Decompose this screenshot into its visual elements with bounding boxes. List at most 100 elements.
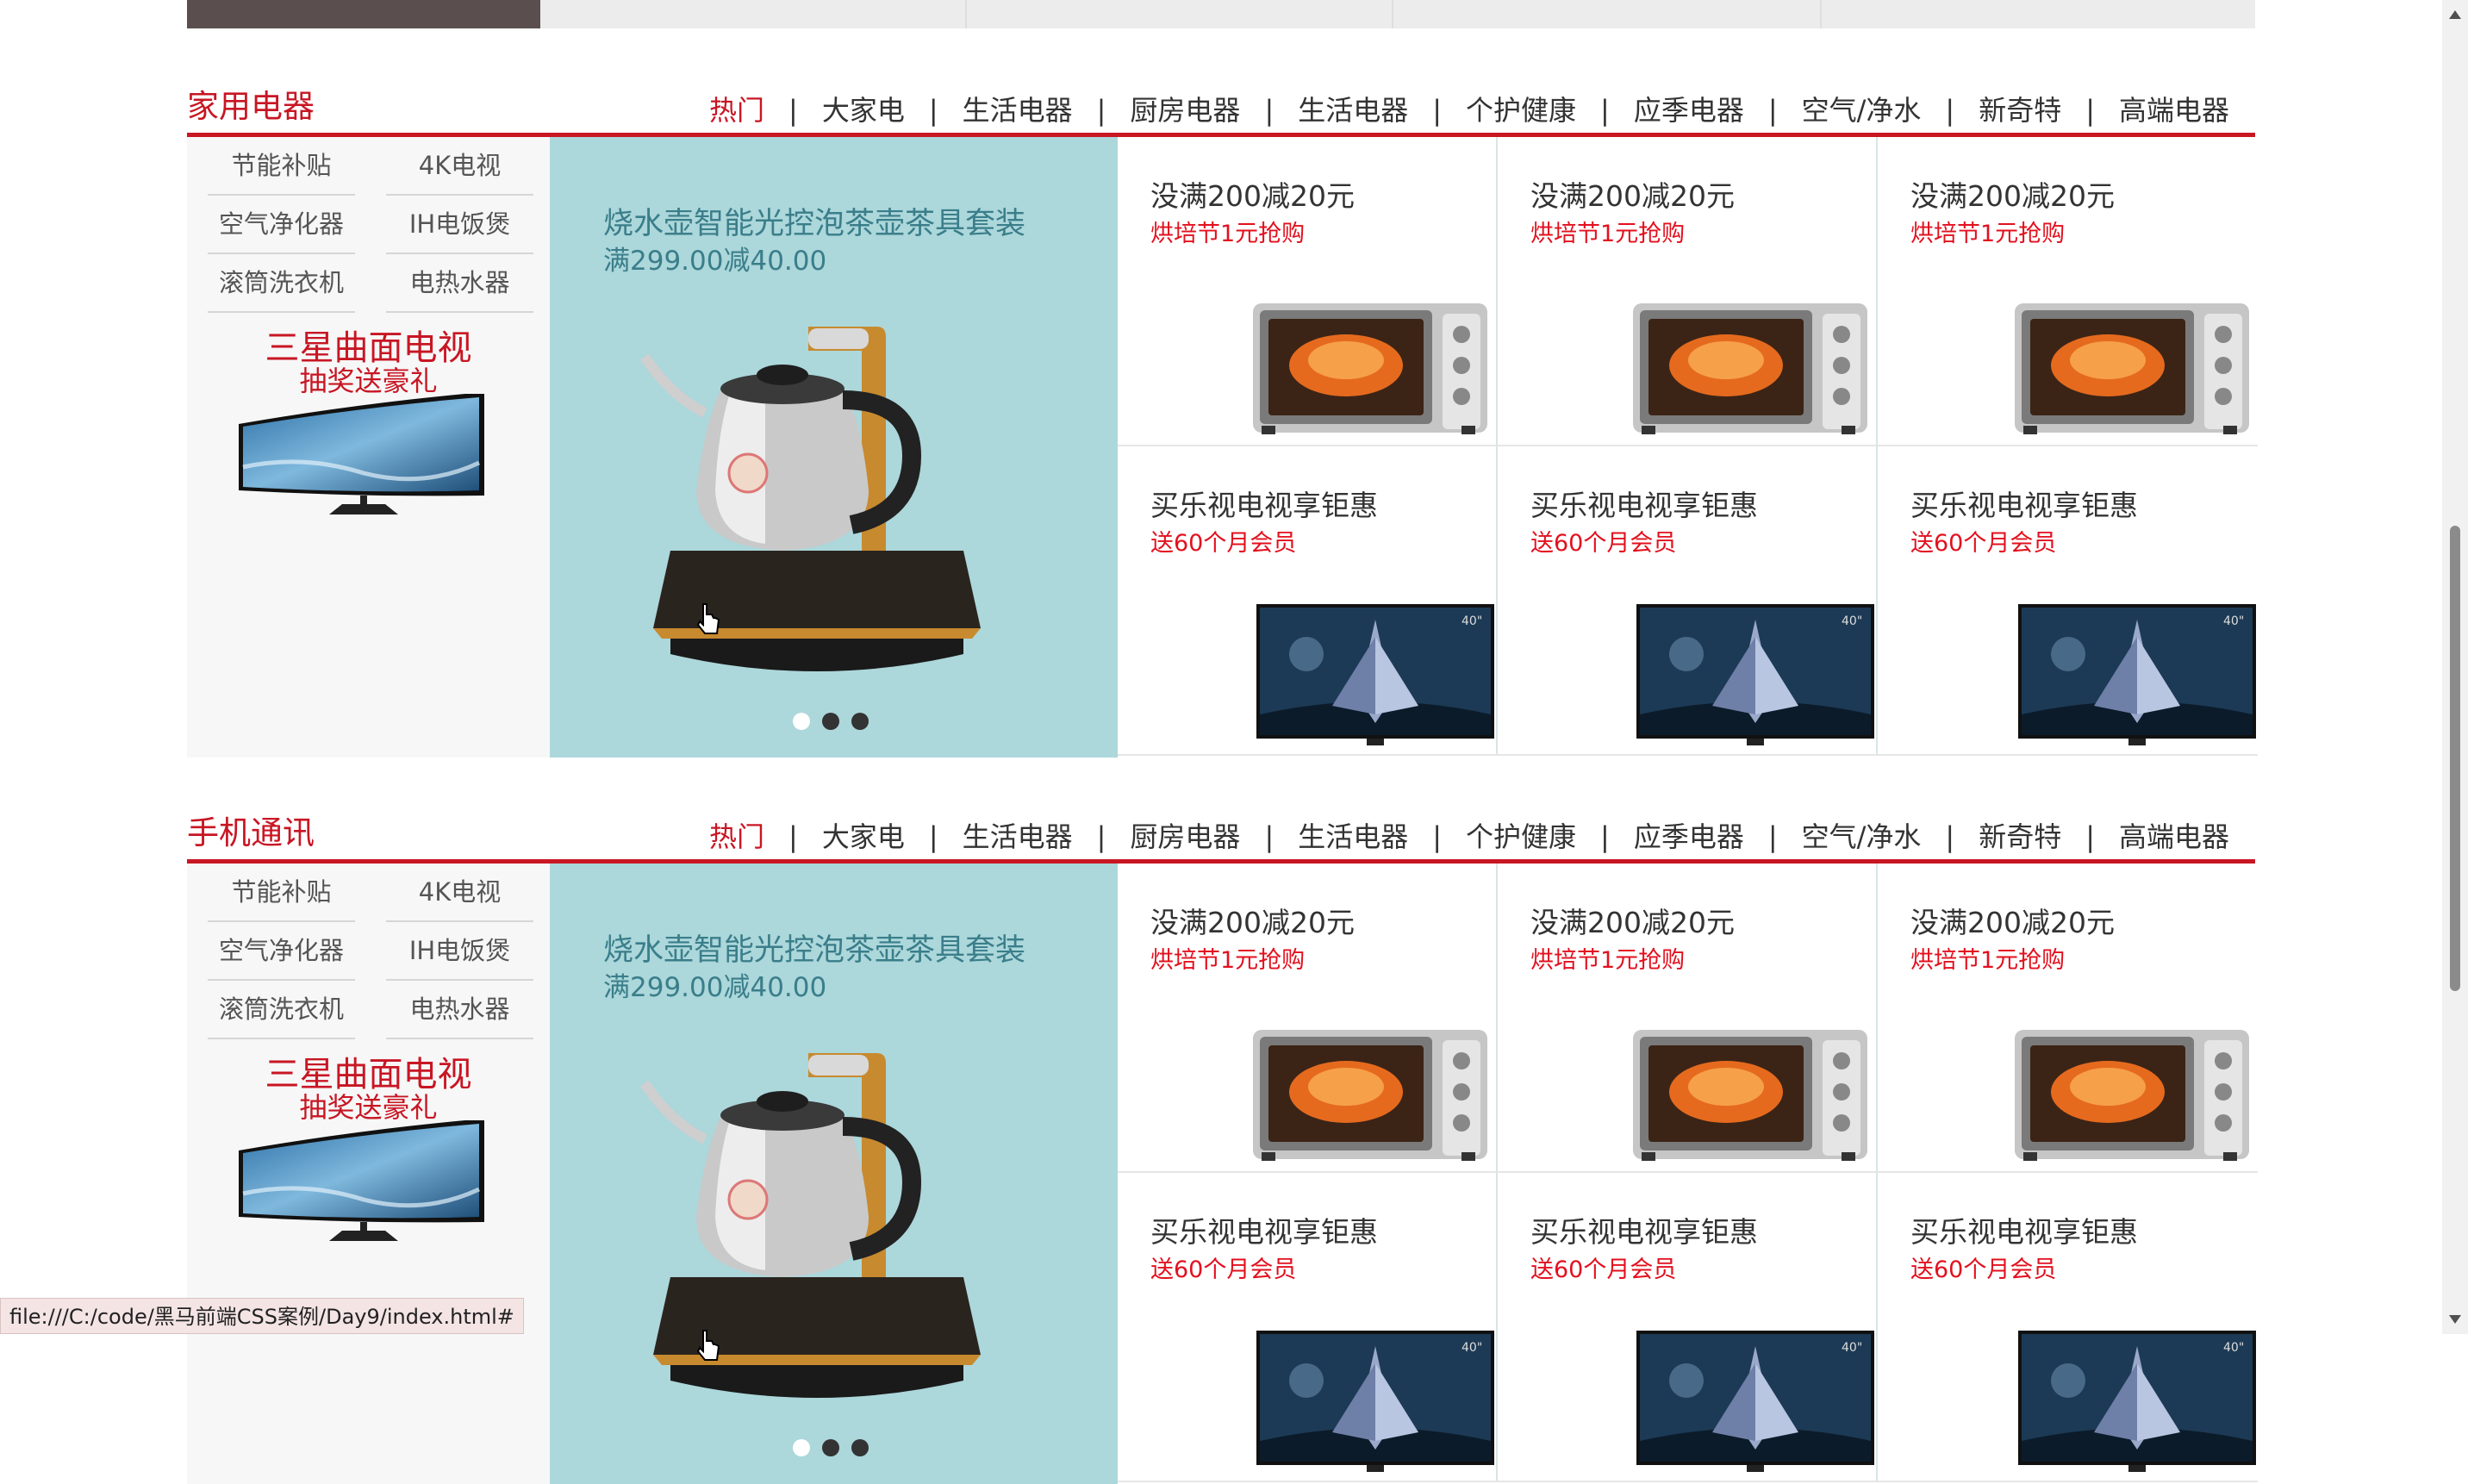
keyword-link[interactable]: 节能补贴 <box>208 137 355 196</box>
top-nav-item[interactable] <box>967 0 1393 28</box>
vertical-scrollbar[interactable] <box>2442 0 2468 1334</box>
product-card-subtitle: 送60个月会员 <box>1910 530 2057 557</box>
product-card[interactable]: 买乐视电视享钜惠 送60个月会员 40" <box>1118 1173 1498 1482</box>
floor-tab[interactable]: 新奇特 <box>1979 818 2061 856</box>
floor-tab[interactable]: 生活电器 <box>1298 91 1408 129</box>
floor-tab[interactable]: 个护健康 <box>1466 818 1576 856</box>
product-card[interactable]: 没满200减20元 烘培节1元抢购 <box>1118 864 1498 1173</box>
scroll-up-arrow-icon[interactable] <box>2449 10 2461 19</box>
floor-tab[interactable]: 厨房电器 <box>1130 818 1240 856</box>
floor-tab[interactable]: 生活电器 <box>963 91 1073 129</box>
tv-image[interactable]: 40" <box>1255 1329 1496 1479</box>
keyword-link[interactable]: IH电饭煲 <box>386 196 533 254</box>
product-card-title[interactable]: 没满200减20元 <box>1530 173 1735 215</box>
curved-tv-image[interactable] <box>234 394 502 532</box>
tv-image[interactable]: 40" <box>2016 1329 2258 1479</box>
product-card-title[interactable]: 买乐视电视享钜惠 <box>1910 1209 2138 1250</box>
keyword-link[interactable]: 空气净化器 <box>208 922 355 981</box>
product-card-subtitle: 烘培节1元抢购 <box>1150 221 1306 247</box>
banner-title[interactable]: 烧水壶智能光控泡茶壶茶具套装 <box>603 926 1025 970</box>
carousel-dot-1[interactable] <box>793 713 810 730</box>
top-nav-item[interactable] <box>1393 0 1822 28</box>
product-card-title[interactable]: 买乐视电视享钜惠 <box>1150 1209 1378 1250</box>
product-card-title[interactable]: 买乐视电视享钜惠 <box>1150 483 1378 524</box>
hero-banner[interactable]: 烧水壶智能光控泡茶壶茶具套装 满299.00减40.00 <box>550 864 1118 1484</box>
carousel-dot-1[interactable] <box>793 1439 810 1456</box>
product-card-title[interactable]: 没满200减20元 <box>1530 900 1735 941</box>
top-nav-item-active[interactable] <box>187 0 540 28</box>
floor-tab[interactable]: 生活电器 <box>1298 818 1408 856</box>
product-card[interactable]: 没满200减20元 烘培节1元抢购 <box>1498 864 1878 1173</box>
banner-title[interactable]: 烧水壶智能光控泡茶壶茶具套装 <box>603 199 1025 243</box>
tv-image[interactable]: 40" <box>1635 602 1876 752</box>
kettle-image[interactable] <box>636 318 1015 680</box>
keyword-link[interactable]: 4K电视 <box>386 137 533 196</box>
product-card[interactable]: 买乐视电视享钜惠 送60个月会员 40" <box>1878 1173 2258 1482</box>
floor-tab[interactable]: 大家电 <box>822 818 905 856</box>
floor-tab[interactable]: 高端电器 <box>2119 818 2229 856</box>
floor-tab[interactable]: 大家电 <box>822 91 905 129</box>
oven-image[interactable] <box>1630 300 1871 441</box>
floor-tab[interactable]: 应季电器 <box>1634 818 1744 856</box>
product-card[interactable]: 买乐视电视享钜惠送60个月会员 40" <box>1878 446 2258 756</box>
floor-tab[interactable]: 空气/净水 <box>1802 818 1922 856</box>
product-card-title[interactable]: 没满200减20元 <box>1910 173 2115 215</box>
tv-image[interactable]: 40" <box>1635 1329 1876 1479</box>
product-card[interactable]: 买乐视电视享钜惠 送60个月会员 40" <box>1498 1173 1878 1482</box>
product-card-title[interactable]: 没满200减20元 <box>1150 173 1355 215</box>
keyword-grid: 节能补贴 4K电视 空气净化器 IH电饭煲 滚筒洗衣机 电热水器 <box>208 864 533 1039</box>
product-card-subtitle: 烘培节1元抢购 <box>1910 947 2066 974</box>
product-card-title[interactable]: 买乐视电视享钜惠 <box>1910 483 2138 524</box>
tab-separator: | <box>1264 94 1275 127</box>
floor-title: 手机通讯 <box>187 814 315 851</box>
top-nav-item[interactable] <box>1822 0 2255 28</box>
keyword-link[interactable]: 电热水器 <box>386 981 533 1039</box>
carousel-dot-2[interactable] <box>822 713 839 730</box>
product-card[interactable]: 没满200减20元烘培节1元抢购 <box>1878 864 2258 1173</box>
keyword-link[interactable]: 节能补贴 <box>208 864 355 922</box>
floor-tab[interactable]: 高端电器 <box>2119 91 2229 129</box>
keyword-link[interactable]: 滚筒洗衣机 <box>208 981 355 1039</box>
product-card[interactable]: 买乐视电视享钜惠 送60个月会员 40" <box>1498 446 1878 756</box>
product-card[interactable]: 没满200减20元烘培节1元抢购 <box>1118 137 1498 446</box>
keyword-grid: 节能补贴 4K电视 空气净化器 IH电饭煲 滚筒洗衣机 电热水器 <box>208 137 533 313</box>
product-card-title[interactable]: 买乐视电视享钜惠 <box>1530 1209 1758 1250</box>
floor-tab[interactable]: 个护健康 <box>1466 91 1576 129</box>
keyword-link[interactable]: 空气净化器 <box>208 196 355 254</box>
kettle-image[interactable] <box>636 1044 1015 1406</box>
product-card-title[interactable]: 没满200减20元 <box>1150 900 1355 941</box>
oven-image[interactable] <box>2011 300 2253 441</box>
oven-image[interactable] <box>2011 1026 2253 1168</box>
floor-tab[interactable]: 生活电器 <box>963 818 1073 856</box>
oven-image[interactable] <box>1250 300 1491 441</box>
oven-image[interactable] <box>1630 1026 1871 1168</box>
svg-text:40": 40" <box>2223 1341 2244 1355</box>
carousel-dot-2[interactable] <box>822 1439 839 1456</box>
product-card[interactable]: 买乐视电视享钜惠 送60个月会员 40" <box>1118 446 1498 756</box>
hero-banner[interactable]: 烧水壶智能光控泡茶壶茶具套装 满299.00减40.00 <box>550 137 1118 758</box>
keyword-link[interactable]: 滚筒洗衣机 <box>208 254 355 313</box>
product-card-title[interactable]: 没满200减20元 <box>1910 900 2115 941</box>
floor-tab[interactable]: 热门 <box>709 91 764 129</box>
floor-tab[interactable]: 新奇特 <box>1979 91 2061 129</box>
keyword-link[interactable]: 4K电视 <box>386 864 533 922</box>
floor-tab[interactable]: 空气/净水 <box>1802 91 1922 129</box>
top-nav-item[interactable] <box>540 0 967 28</box>
tv-image[interactable]: 40" <box>2016 602 2258 752</box>
oven-image[interactable] <box>1250 1026 1491 1168</box>
carousel-dot-3[interactable] <box>851 713 869 730</box>
tv-image[interactable]: 40" <box>1255 602 1496 752</box>
floor-tab[interactable]: 热门 <box>709 818 764 856</box>
curved-tv-image[interactable] <box>234 1120 502 1258</box>
product-card[interactable]: 没满200减20元 烘培节1元抢购 <box>1878 137 2258 446</box>
keyword-link[interactable]: IH电饭煲 <box>386 922 533 981</box>
tab-separator: | <box>1432 820 1443 853</box>
carousel-dot-3[interactable] <box>851 1439 869 1456</box>
keyword-link[interactable]: 电热水器 <box>386 254 533 313</box>
product-card[interactable]: 没满200减20元 烘培节1元抢购 <box>1498 137 1878 446</box>
scrollbar-thumb[interactable] <box>2450 526 2460 991</box>
floor-tab[interactable]: 厨房电器 <box>1130 91 1240 129</box>
scroll-down-arrow-icon[interactable] <box>2449 1315 2461 1324</box>
floor-tab[interactable]: 应季电器 <box>1634 91 1744 129</box>
product-card-title[interactable]: 买乐视电视享钜惠 <box>1530 483 1758 524</box>
